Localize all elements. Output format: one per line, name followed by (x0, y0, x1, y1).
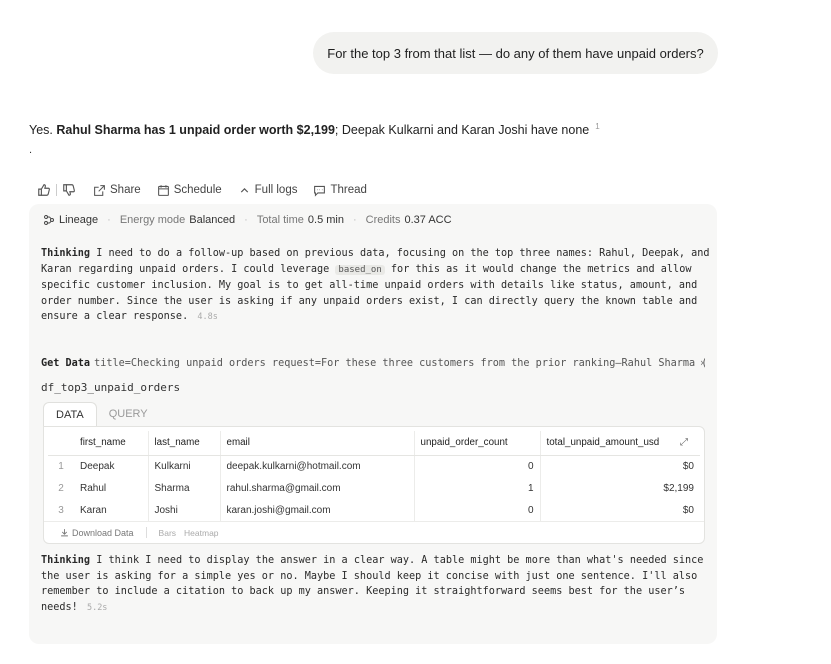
calendar-icon (157, 184, 169, 196)
user-message-text: For the top 3 from that list — do any of… (327, 45, 704, 61)
bars-view-button[interactable]: Bars (159, 528, 176, 538)
expand-icon[interactable]: ⤢ (680, 437, 688, 448)
heatmap-view-button[interactable]: Heatmap (184, 528, 219, 538)
column-header-label: total_unpaid_amount_usd (546, 437, 660, 449)
cell-email: karan.joshi@gmail.com (219, 499, 414, 521)
cell-unpaid-count: 0 (413, 455, 540, 477)
schedule-label: Schedule (173, 184, 222, 196)
cell-unpaid-amount: $0 (539, 499, 700, 521)
data-table-card: first_name last_name email unpaid_order_… (43, 426, 705, 544)
table-row: 2 Rahul Sharma rahul.sharma@gmail.com 1 … (48, 477, 700, 499)
lineage-label: Lineage (59, 214, 99, 226)
download-label: Download Data (72, 527, 134, 538)
meta-separator: · (352, 214, 357, 226)
answer-highlight: Rahul Sharma has 1 unpaid order worth $2… (56, 123, 335, 137)
get-data-details: title=Checking unpaid orders request=For… (94, 358, 705, 369)
total-time-value: 0.5 min (307, 214, 344, 226)
column-header[interactable]: email (219, 431, 414, 456)
cell-unpaid-count: 1 (413, 477, 540, 499)
data-table: first_name last_name email unpaid_order_… (48, 431, 700, 521)
answer-trailing: . (29, 144, 33, 156)
message-actions: Share Schedule Full logs Thread (36, 181, 367, 199)
full-logs-button[interactable]: Full logs (238, 184, 298, 197)
row-number-header (48, 431, 74, 456)
cell-unpaid-count: 0 (413, 499, 540, 521)
cell-first-name: Karan (80, 504, 107, 516)
run-details-panel: Lineage · Energy mode Balanced · Total t… (29, 204, 717, 644)
chevron-right-icon[interactable]: › (699, 358, 705, 369)
thumbs-down-icon[interactable] (61, 182, 77, 198)
row-number: 2 (58, 482, 64, 494)
dataframe-name: df_top3_unpaid_orders (41, 381, 181, 394)
row-number: 1 (58, 460, 64, 472)
thinking-label: Thinking (41, 248, 91, 259)
thinking-block-1: Thinking I need to do a follow-up based … (41, 246, 711, 326)
row-number: 3 (58, 504, 64, 516)
assistant-answer: Yes. Rahul Sharma has 1 unpaid order wor… (29, 122, 649, 137)
cell-unpaid-amount: $2,199 (539, 477, 700, 499)
credits-value: 0.37 ACC (404, 214, 452, 226)
lineage-icon (44, 215, 54, 225)
share-button[interactable]: Share (93, 184, 141, 197)
column-header[interactable]: last_name (147, 431, 220, 456)
thinking-duration: 5.2s (86, 602, 108, 613)
actions-divider (56, 184, 57, 196)
citation-marker[interactable]: 1 (595, 122, 599, 131)
data-query-tabs: DATA QUERY (43, 402, 160, 426)
get-data-step[interactable]: Get Data title=Checking unpaid orders re… (41, 358, 705, 369)
run-meta-bar: Lineage · Energy mode Balanced · Total t… (43, 212, 452, 228)
full-logs-label: Full logs (254, 184, 298, 196)
chat-bubble-icon (314, 185, 326, 197)
download-data-button[interactable]: Download Data (60, 528, 134, 538)
table-row: 3 Karan Joshi karan.joshi@gmail.com 0 $0 (48, 499, 700, 521)
credits-label: Credits (365, 214, 401, 226)
cell-email: deepak.kulkarni@hotmail.com (219, 455, 414, 477)
tab-data[interactable]: DATA (43, 402, 97, 426)
cell-last-name: Joshi (147, 499, 220, 521)
cell-first-name: Deepak (80, 460, 115, 472)
inline-code: based_on (335, 264, 385, 275)
total-time-label: Total time (256, 214, 304, 226)
chevron-up-icon (240, 187, 248, 193)
cell-last-name: Kulkarni (147, 455, 220, 477)
column-header[interactable]: first_name (74, 431, 148, 456)
cell-first-name: Rahul (80, 482, 107, 494)
schedule-button[interactable]: Schedule (157, 184, 222, 197)
cell-last-name: Sharma (147, 477, 220, 499)
table-row: 1 Deepak Kulkarni deepak.kulkarni@hotmai… (48, 455, 700, 477)
download-icon (61, 529, 68, 537)
thinking-text: I think I need to display the answer in … (41, 555, 704, 613)
user-message-bubble: For the top 3 from that list — do any of… (313, 32, 718, 74)
thinking-block-2: Thinking I think I need to display the a… (41, 553, 711, 616)
thread-label: Thread (330, 184, 367, 196)
share-icon (94, 184, 105, 196)
thinking-label: Thinking (41, 555, 91, 566)
meta-separator: · (107, 214, 111, 226)
tab-query[interactable]: QUERY (97, 402, 160, 426)
energy-mode-label: Energy mode (119, 214, 186, 226)
column-header-last[interactable]: total_unpaid_amount_usd ⤢ (539, 431, 700, 456)
meta-separator: · (244, 214, 248, 226)
thumbs-up-icon[interactable] (36, 182, 52, 198)
thinking-duration: 4.8s (197, 312, 218, 322)
get-data-label: Get Data (41, 358, 91, 369)
energy-mode-value: Balanced (189, 214, 236, 226)
footer-divider (145, 527, 147, 538)
lineage-button[interactable]: Lineage (43, 214, 98, 226)
table-footer: Download Data Bars Heatmap (44, 521, 704, 543)
answer-prefix: Yes. (29, 123, 57, 137)
answer-suffix: ; Deepak Kulkarni and Karan Joshi have n… (334, 123, 590, 137)
share-label: Share (110, 184, 141, 196)
table-header-row: first_name last_name email unpaid_order_… (48, 431, 700, 456)
cell-unpaid-amount: $0 (539, 455, 700, 477)
column-header[interactable]: unpaid_order_count (413, 431, 540, 456)
cell-email: rahul.sharma@gmail.com (219, 477, 414, 499)
thread-button[interactable]: Thread (313, 184, 367, 197)
